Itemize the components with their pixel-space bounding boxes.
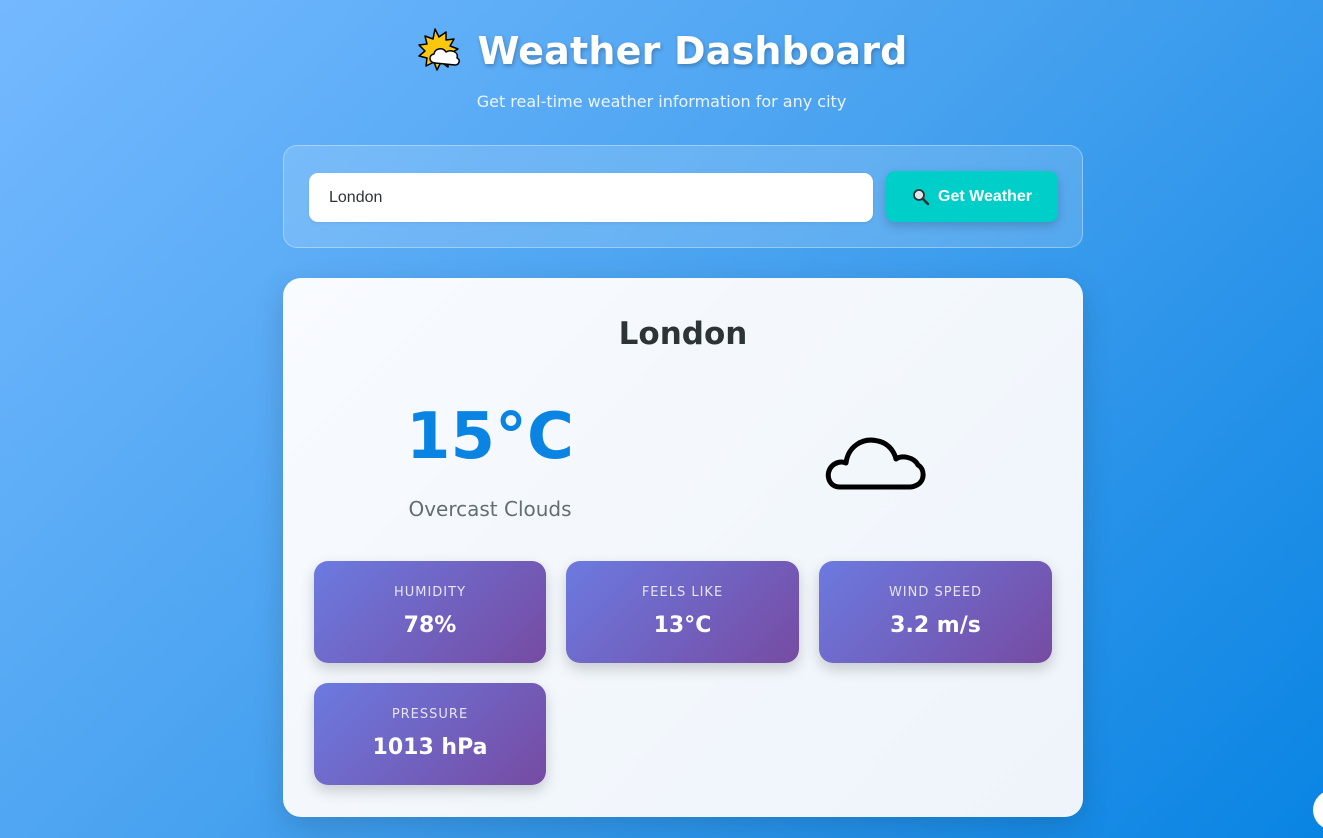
search-panel: Get Weather <box>283 145 1083 248</box>
pressure-value: 1013 hPa <box>372 735 488 760</box>
wind-speed-value: 3.2 m/s <box>890 613 981 638</box>
weather-description: Overcast Clouds <box>408 497 572 521</box>
page-header: Weather Dashboard Get real-time weather … <box>0 24 1323 111</box>
cloud-icon <box>822 423 928 493</box>
feels-like-value: 13°C <box>653 613 712 638</box>
feels-like-stat-card: FEELS LIKE 13°C <box>566 561 799 663</box>
feels-like-label: FEELS LIKE <box>641 585 724 600</box>
wind-speed-label: WIND SPEED <box>888 585 983 600</box>
get-weather-button-label: Get Weather <box>938 187 1032 205</box>
get-weather-button[interactable]: Get Weather <box>886 171 1058 222</box>
magnifier-icon <box>912 188 930 206</box>
city-search-input[interactable] <box>309 173 873 222</box>
pressure-stat-card: PRESSURE 1013 hPa <box>314 683 546 785</box>
sun-behind-cloud-icon <box>415 27 463 75</box>
title-row: Weather Dashboard <box>0 24 1323 78</box>
city-name: London <box>618 316 748 352</box>
page-subtitle: Get real-time weather information for an… <box>476 92 847 111</box>
humidity-stat-card: HUMIDITY 78% <box>314 561 546 663</box>
humidity-label: HUMIDITY <box>393 585 467 600</box>
wind-speed-stat-card: WIND SPEED 3.2 m/s <box>819 561 1052 663</box>
pressure-label: PRESSURE <box>391 707 469 722</box>
temperature: 15°C <box>405 400 575 474</box>
weather-card: London 15°C Overcast Clouds HUMIDITY 78%… <box>283 278 1083 817</box>
page-title: Weather Dashboard <box>477 29 908 73</box>
floating-chat-bubble[interactable] <box>1313 790 1323 830</box>
humidity-value: 78% <box>403 613 457 638</box>
